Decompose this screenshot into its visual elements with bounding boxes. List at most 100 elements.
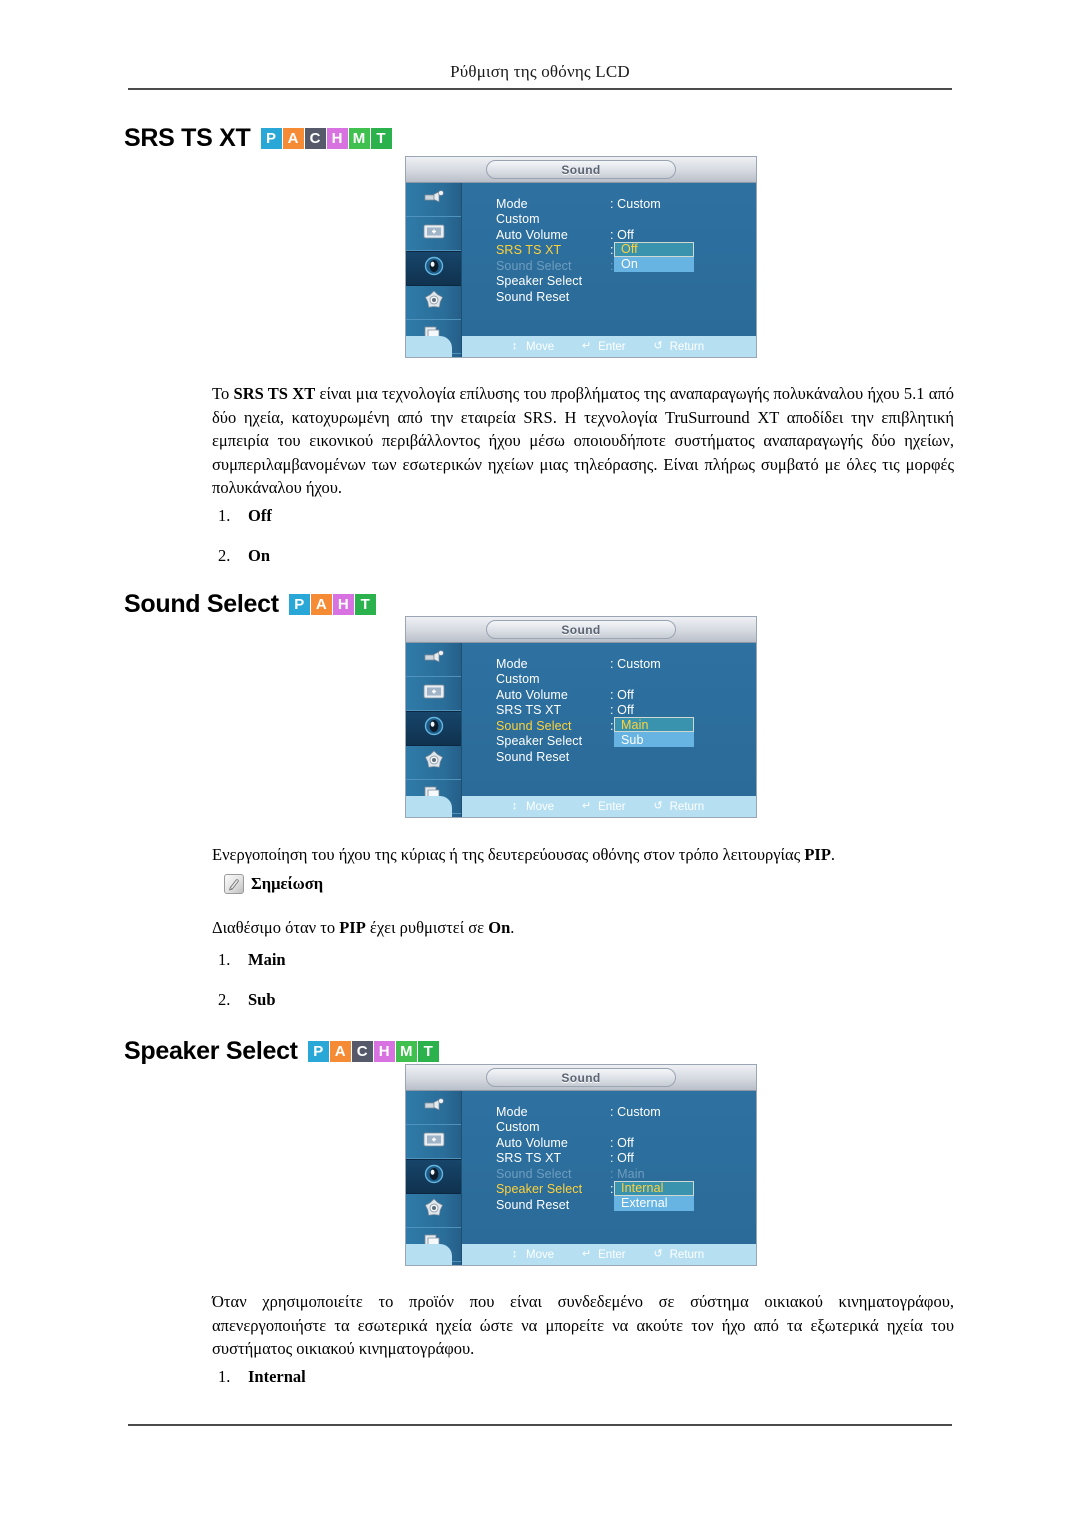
osd-footer-return[interactable]: ↺ Return [652, 340, 705, 353]
osd-menu-row[interactable]: Custom [462, 1120, 756, 1135]
osd-menu-row[interactable]: Sound Select: [462, 258, 756, 273]
osd-dropdown-option-selected[interactable]: Off [614, 241, 694, 257]
model-badges-sound-select: PAHT [288, 594, 376, 615]
osd-dropdown[interactable]: Internal External [614, 1180, 694, 1211]
section-heading-speaker-select: Speaker Select PACHMT [124, 1037, 439, 1066]
osd-footer-label: Return [669, 800, 705, 813]
osd-dropdown-option[interactable]: On [614, 256, 694, 272]
section-heading-srs-ts-xt: SRS TS XT PACHMT [124, 124, 392, 153]
osd-menu-row[interactable]: Speaker Select [462, 274, 756, 289]
osd-menu-row[interactable]: Auto Volume: Off [462, 687, 756, 702]
osd-footer-enter[interactable]: ↵ Enter [580, 1248, 626, 1261]
model-badges-speaker-select: PACHMT [307, 1041, 439, 1062]
osd-footer-label: Move [526, 800, 555, 813]
osd-menu-list: Mode : Custom Custom Auto Volume: Off SRS TS… [462, 643, 756, 817]
osd-menu-row[interactable]: Speaker Select: [462, 1182, 756, 1197]
osd-dropdown-option-selected[interactable]: Internal [614, 1180, 694, 1196]
osd-menu-row[interactable]: Auto Volume: Off [462, 1135, 756, 1150]
osd-footer-return[interactable]: ↺ Return [652, 800, 705, 813]
document-page: Ρύθμιση της οθόνης LCD SRS TS XT PACHMT … [0, 0, 1080, 1527]
osd-sidebar-item-sound[interactable] [406, 1159, 461, 1194]
osd-menu-row-label: Mode [496, 1104, 528, 1119]
osd-menu-row-label: Sound Select [496, 718, 572, 733]
osd-footer-enter[interactable]: ↵ Enter [580, 800, 626, 813]
osd-sidebar-item-picture[interactable] [406, 217, 461, 251]
osd-menu-row-label: Custom [496, 212, 540, 226]
osd-menu-row[interactable]: Sound Select: [462, 718, 756, 733]
sound-icon [421, 255, 447, 282]
osd-footer-label: Enter [598, 340, 626, 353]
osd-sidebar-item-input-source[interactable] [406, 643, 461, 677]
osd-menu-row[interactable]: Sound Reset [462, 289, 756, 304]
osd-menu-row[interactable]: Mode: Custom [462, 196, 756, 211]
osd-dropdown-option[interactable]: Sub [614, 732, 694, 747]
osd-menu-row[interactable]: Sound Select: Main [462, 1166, 756, 1181]
osd-sidebar-item-sound[interactable] [406, 711, 461, 746]
osd-footer-move[interactable]: ↕ Move [508, 1248, 554, 1261]
list-item: 1. Main [212, 950, 712, 990]
up-down-arrow-icon: ↕ [511, 340, 518, 352]
note-pencil-icon [224, 874, 244, 894]
osd-dropdown[interactable]: Main Sub [614, 717, 694, 747]
osd-footer-move[interactable]: ↕ Move [508, 340, 554, 353]
list-item-number: 2. [218, 546, 231, 565]
osd-footer-label: Return [669, 340, 705, 353]
sound-icon [421, 715, 447, 742]
osd-dropdown-option[interactable]: External [614, 1195, 694, 1211]
osd-menu-row[interactable]: Custom [462, 672, 756, 687]
osd-screenshot-sound-select: Sound Mode: Custom Custom Auto Volume: Off S… [405, 616, 757, 818]
osd-footer-return[interactable]: ↺ Return [652, 1248, 705, 1261]
list-item: 2. On [212, 546, 712, 586]
osd-menu-row-label: Mode [496, 656, 528, 671]
osd-menu-row-label: SRS TS XT [496, 243, 562, 257]
badge-h: H [373, 1041, 395, 1062]
osd-menu-row-label: Speaker Select [496, 274, 583, 288]
osd-menu-row[interactable]: Auto Volume: Off [462, 227, 756, 242]
osd-menu-row[interactable]: Sound Reset [462, 1197, 756, 1212]
osd-menu-row[interactable]: SRS TS XT: Off [462, 703, 756, 718]
picture-icon [421, 220, 447, 247]
option-list-srs-ts-xt: 1. Off 2. On [212, 506, 712, 586]
osd-footer: ↕ Move ↵ Enter ↺ Return [462, 336, 756, 357]
osd-menu-row[interactable]: Sound Reset [462, 749, 756, 764]
osd-footer-move[interactable]: ↕ Move [508, 800, 554, 813]
osd-dropdown[interactable]: Off On [614, 241, 694, 272]
osd-menu-row[interactable]: Speaker Select [462, 734, 756, 749]
section-title-text: SRS TS XT [124, 124, 251, 152]
osd-footer-label: Return [669, 1248, 705, 1261]
badge-m: M [348, 128, 370, 149]
osd-menu-row[interactable]: Custom [462, 212, 756, 227]
input-source-icon [421, 646, 447, 673]
osd-sidebar-item-setup-gear[interactable] [406, 746, 461, 780]
osd-sidebar-item-picture[interactable] [406, 677, 461, 711]
osd-menu-row-value: : Custom [610, 656, 661, 671]
osd-footer: ↕ Move ↵ Enter ↺ Return [462, 1244, 756, 1265]
osd-sidebar-item-input-source[interactable] [406, 183, 461, 217]
osd-title-text: Sound [561, 162, 601, 177]
osd-footer-label: Move [526, 340, 555, 353]
osd-menu-row-label: Mode [496, 196, 528, 211]
osd-menu-row-label: Sound Select [496, 1166, 572, 1181]
osd-dropdown-option-selected[interactable]: Main [614, 717, 694, 732]
osd-menu-row[interactable]: SRS TS XT: Off [462, 1151, 756, 1166]
osd-sidebar-item-setup-gear[interactable] [406, 286, 461, 320]
list-item: 1. Internal [212, 1367, 712, 1407]
setup-gear-icon [421, 289, 447, 316]
list-item-number: 1. [218, 1367, 231, 1386]
osd-menu-row-value: : Off [610, 227, 634, 242]
osd-menu-row[interactable]: Mode: Custom [462, 1104, 756, 1119]
model-badges-srs-ts-xt: PACHMT [260, 128, 392, 149]
osd-screenshot-speaker-select: Sound Mode: Custom Custom Auto Volume: Off S… [405, 1064, 757, 1266]
list-item-label: Sub [248, 990, 276, 1009]
osd-menu-row[interactable]: SRS TS XT: [462, 243, 756, 258]
osd-sidebar-item-sound[interactable] [406, 251, 461, 286]
osd-titlebar: Sound [406, 1065, 756, 1091]
list-item: 1. Off [212, 506, 712, 546]
osd-sidebar-item-input-source[interactable] [406, 1091, 461, 1125]
osd-sidebar-item-setup-gear[interactable] [406, 1194, 461, 1228]
paragraph-sound-select: Ενεργοποίηση του ήχου της κύριας ή της δ… [212, 845, 836, 864]
osd-menu-row[interactable]: Mode : Custom [462, 656, 756, 671]
osd-footer-enter[interactable]: ↵ Enter [580, 340, 626, 353]
osd-sidebar-item-picture[interactable] [406, 1125, 461, 1159]
list-item-label: On [248, 546, 271, 565]
